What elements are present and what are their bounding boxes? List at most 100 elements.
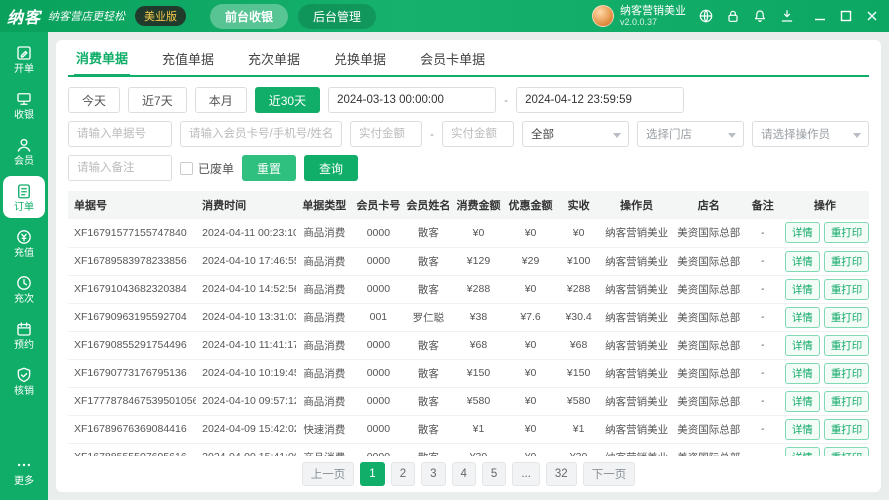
reprint-button[interactable]: 重打印 xyxy=(824,447,869,457)
app-window: 纳客 纳客营店更轻松 美业版 前台收银后台管理 纳客营销美业 v2.0.0.37… xyxy=(0,0,889,500)
cell: 散客 xyxy=(404,387,452,415)
tab-exchange[interactable]: 兑换单据 xyxy=(332,41,388,75)
sidebar-item-chongci[interactable]: 充次 xyxy=(3,268,45,310)
detail-button[interactable]: 详情 xyxy=(785,363,820,384)
reprint-button[interactable]: 重打印 xyxy=(824,419,869,440)
reprint-button[interactable]: 重打印 xyxy=(824,307,869,328)
remark-input[interactable] xyxy=(68,155,172,181)
sidebar-item-hexiao[interactable]: 核销 xyxy=(3,360,45,402)
detail-button[interactable]: 详情 xyxy=(785,279,820,300)
member-search-input[interactable] xyxy=(180,121,342,147)
reprint-button[interactable]: 重打印 xyxy=(824,335,869,356)
titlebar-tab-front-cashier[interactable]: 前台收银 xyxy=(210,4,288,29)
cell: 2024-04-10 09:57:12 xyxy=(196,387,296,415)
cell: 美资国际总部 xyxy=(673,415,745,443)
cell: XF16790855291754496 xyxy=(68,331,196,359)
store-select[interactable]: 选择门店 xyxy=(637,121,744,147)
close-icon[interactable] xyxy=(865,9,879,23)
cell: 2024-04-09 15:41:00 xyxy=(196,443,296,456)
page-button-1[interactable]: 1 xyxy=(360,462,384,486)
quick-date-button-0[interactable]: 今天 xyxy=(68,87,120,113)
detail-button[interactable]: 详情 xyxy=(785,307,820,328)
tab-consume[interactable]: 消费单据 xyxy=(74,40,130,77)
date-from-input[interactable] xyxy=(328,87,496,113)
sidebar-item-chongzhi[interactable]: 充值 xyxy=(3,222,45,264)
void-checkbox[interactable]: 已废单 xyxy=(180,160,234,177)
content-card: 消费单据充值单据充次单据兑换单据会员卡单据 今天近7天本月近30天 - - xyxy=(56,40,881,492)
reprint-button[interactable]: 重打印 xyxy=(824,251,869,272)
cell: XF16790773176795136 xyxy=(68,359,196,387)
page-button-2[interactable]: 2 xyxy=(391,462,415,486)
detail-button[interactable]: 详情 xyxy=(785,335,820,356)
table-row: XF167885555076956162024-04-09 15:41:00商品… xyxy=(68,443,869,456)
page-button-5[interactable]: 5 xyxy=(482,462,506,486)
cell-operations: 详情重打印 xyxy=(781,387,869,415)
type-select[interactable]: 全部 xyxy=(522,121,629,147)
sidebar-item-dingdan[interactable]: 订单 xyxy=(3,176,45,218)
cell: ¥1 xyxy=(452,415,504,443)
table-row: XF167910436823203842024-04-10 14:52:56商品… xyxy=(68,275,869,303)
app-version: v2.0.0.37 xyxy=(620,17,686,27)
quick-dates: 今天近7天本月近30天 xyxy=(68,87,320,113)
sidebar-item-label: 充次 xyxy=(14,295,34,305)
quick-date-button-2[interactable]: 本月 xyxy=(195,87,247,113)
cell: 纳客营销美业 xyxy=(601,247,673,275)
globe-icon[interactable] xyxy=(698,8,714,24)
next-page-button[interactable]: 下一页 xyxy=(583,462,636,486)
sidebar-item-kaidan[interactable]: 开单 xyxy=(3,38,45,80)
orders-table-wrap: 单据号消费时间单据类型会员卡号会员姓名消费金额优惠金额实收操作员店名备注操作 X… xyxy=(68,191,869,456)
quick-date-button-1[interactable]: 近7天 xyxy=(128,87,187,113)
pay-max-input[interactable] xyxy=(442,121,514,147)
page-button-32[interactable]: 32 xyxy=(546,462,577,486)
cell-operations: 详情重打印 xyxy=(781,359,869,387)
reprint-button[interactable]: 重打印 xyxy=(824,222,869,243)
detail-button[interactable]: 详情 xyxy=(785,251,820,272)
cashier-icon xyxy=(15,90,33,108)
cell: 美资国际总部 xyxy=(673,443,745,456)
operator-select[interactable]: 请选择操作员 xyxy=(752,121,869,147)
bell-icon[interactable] xyxy=(752,8,768,24)
date-to-input[interactable] xyxy=(516,87,684,113)
detail-button[interactable]: 详情 xyxy=(785,391,820,412)
maximize-icon[interactable] xyxy=(839,9,853,23)
tab-member-card[interactable]: 会员卡单据 xyxy=(418,41,487,75)
member-icon xyxy=(15,136,33,154)
quick-date-button-3[interactable]: 近30天 xyxy=(255,87,320,113)
cell: 0000 xyxy=(352,275,404,303)
reprint-button[interactable]: 重打印 xyxy=(824,391,869,412)
tab-recharge[interactable]: 充值单据 xyxy=(160,41,216,75)
page-button-3[interactable]: 3 xyxy=(421,462,445,486)
titlebar-icons xyxy=(698,8,795,24)
download-icon[interactable] xyxy=(779,8,795,24)
titlebar-tab-back-admin[interactable]: 后台管理 xyxy=(298,4,376,29)
tab-times[interactable]: 充次单据 xyxy=(246,41,302,75)
page-button-...[interactable]: ... xyxy=(512,462,540,486)
reset-button[interactable]: 重置 xyxy=(242,155,296,181)
column-header: 店名 xyxy=(673,191,745,219)
reprint-button[interactable]: 重打印 xyxy=(824,279,869,300)
pay-min-input[interactable] xyxy=(350,121,422,147)
sidebar-item-gengduo[interactable]: 更多 xyxy=(3,450,45,492)
query-button[interactable]: 查询 xyxy=(304,155,358,181)
detail-button[interactable]: 详情 xyxy=(785,222,820,243)
sidebar-item-shouyin[interactable]: 收银 xyxy=(3,84,45,126)
lock-icon[interactable] xyxy=(725,8,741,24)
cell: ¥150 xyxy=(452,359,504,387)
cell: 美资国际总部 xyxy=(673,275,745,303)
minimize-icon[interactable] xyxy=(813,9,827,23)
cell: ¥0 xyxy=(505,443,557,456)
sidebar-item-label: 充值 xyxy=(14,249,34,259)
detail-button[interactable]: 详情 xyxy=(785,447,820,457)
page-button-4[interactable]: 4 xyxy=(452,462,476,486)
prev-page-button[interactable]: 上一页 xyxy=(302,462,355,486)
account-area[interactable]: 纳客营销美业 v2.0.0.37 xyxy=(592,5,686,28)
cell: 罗仁聪 xyxy=(404,303,452,331)
cell: XF16789583978233856 xyxy=(68,247,196,275)
cell: 商品消费 xyxy=(296,303,352,331)
sidebar-item-yuyue[interactable]: 预约 xyxy=(3,314,45,356)
reprint-button[interactable]: 重打印 xyxy=(824,363,869,384)
bill-no-input[interactable] xyxy=(68,121,172,147)
detail-button[interactable]: 详情 xyxy=(785,419,820,440)
sidebar-item-huiyuan[interactable]: 会员 xyxy=(3,130,45,172)
sidebar-item-label: 更多 xyxy=(14,477,34,487)
